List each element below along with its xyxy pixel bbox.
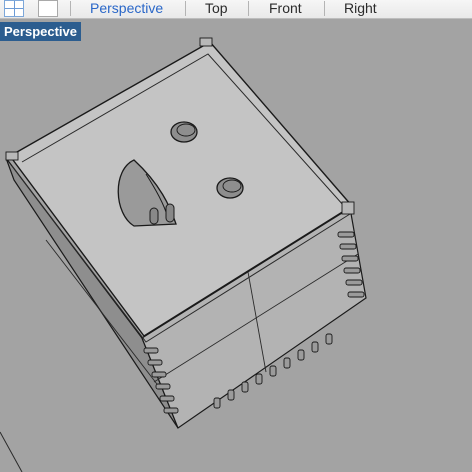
viewport-canvas[interactable] [0,19,472,472]
smile-slot [165,203,175,223]
tab-separator [248,1,249,16]
tab-front[interactable]: Front [269,0,302,17]
world-axis-line [0,431,23,472]
grid-line-vertical [14,1,15,16]
tab-separator [324,1,325,16]
perspective-viewport[interactable] [0,19,472,472]
four-viewports-icon[interactable] [4,0,24,17]
smile-slot [149,207,159,225]
viewport-title-label[interactable]: Perspective [0,22,81,41]
eye-hole-left [170,121,198,143]
viewport-tab-bar: Perspective Top Front Right [0,0,472,19]
box-model[interactable] [5,37,367,429]
single-viewport-icon[interactable] [38,0,58,17]
tab-perspective[interactable]: Perspective [90,0,163,17]
eye-hole-right [216,177,244,199]
tab-right[interactable]: Right [344,0,377,17]
tab-separator [185,1,186,16]
modeling-app-window: Perspective Top Front Right Perspective [0,0,472,472]
tab-top[interactable]: Top [205,0,228,17]
tab-separator [70,1,71,16]
